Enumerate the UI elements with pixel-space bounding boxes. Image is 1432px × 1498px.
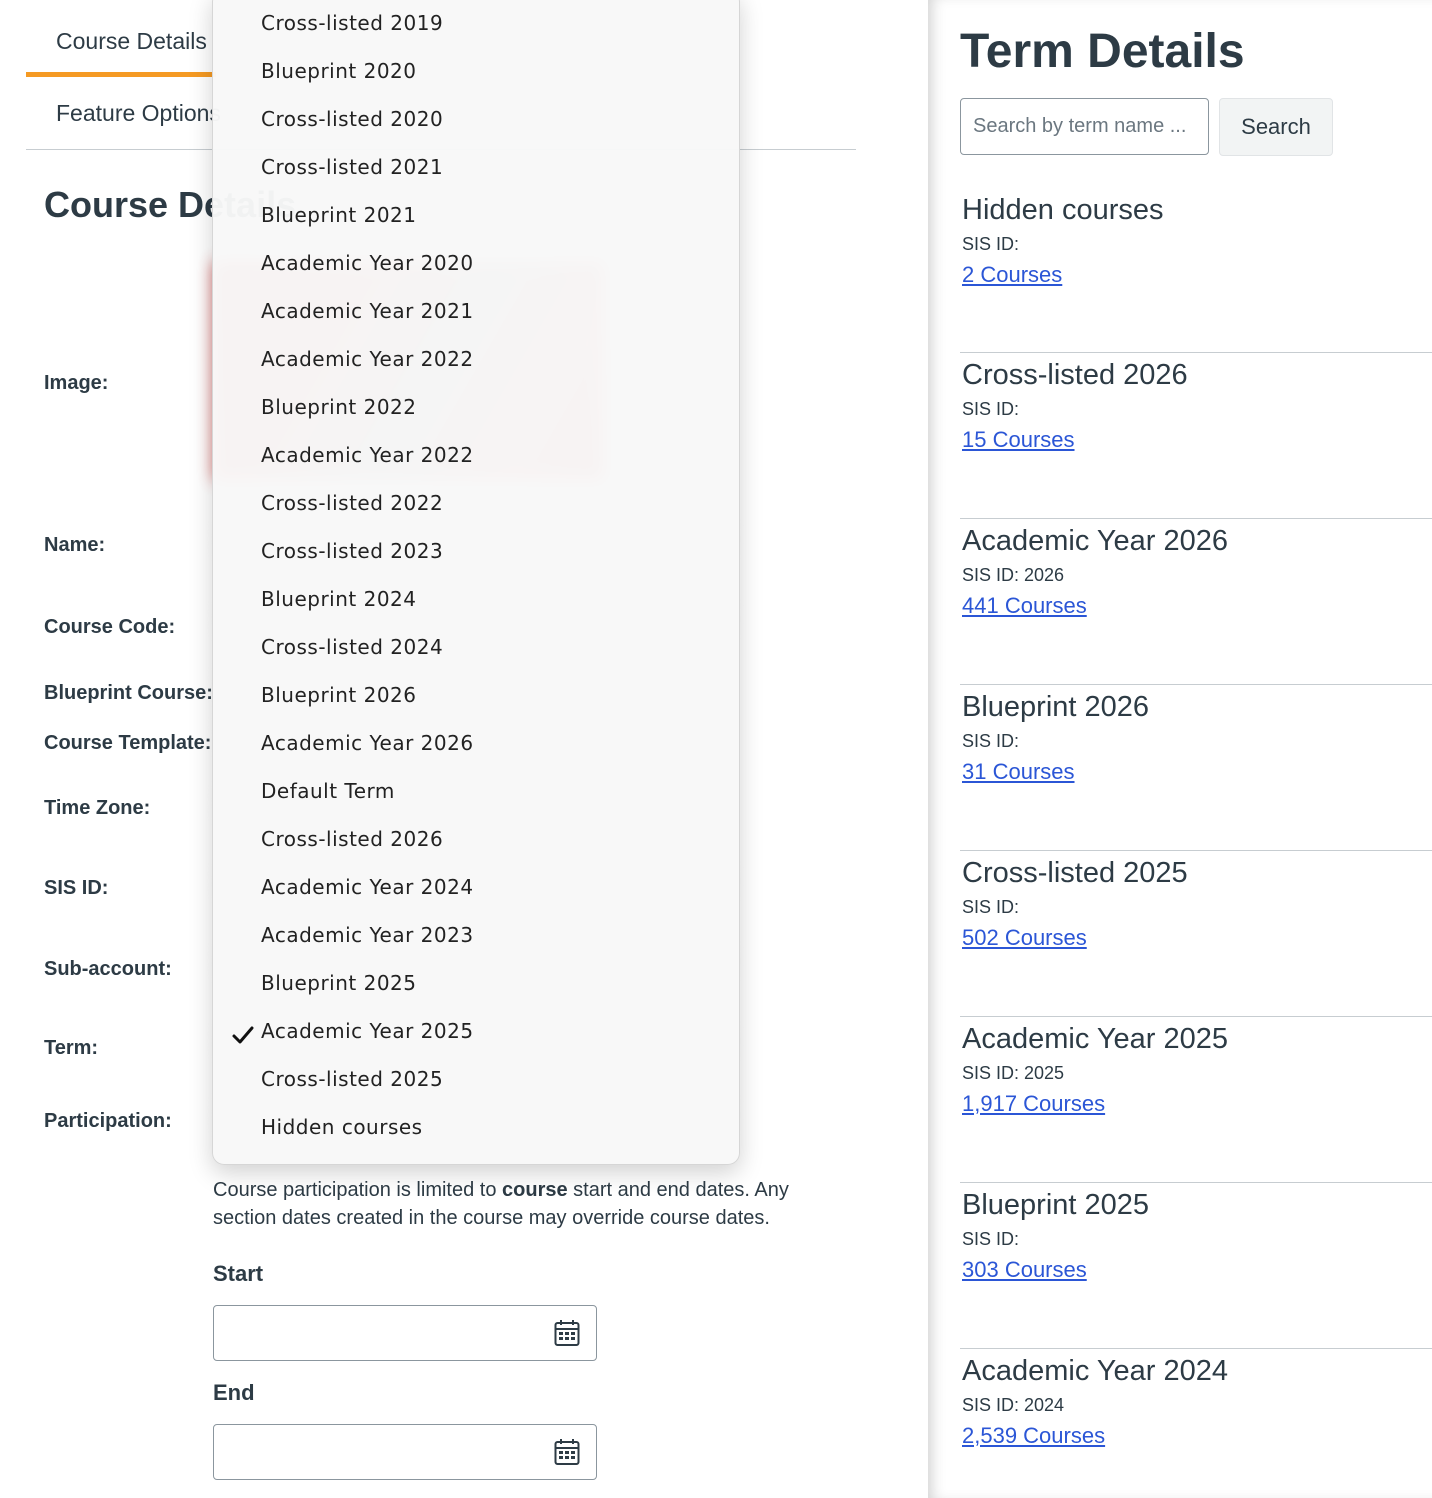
- term-option[interactable]: Academic Year 2020: [261, 251, 474, 275]
- course-template-label: Course Template:: [44, 732, 212, 754]
- term-name: Hidden courses: [962, 194, 1164, 226]
- term-option-selected[interactable]: Academic Year 2025: [261, 1019, 474, 1043]
- term-name: Cross-listed 2025: [962, 857, 1188, 889]
- term-option[interactable]: Cross-listed 2026: [261, 827, 443, 851]
- term-divider: [960, 518, 1432, 519]
- term-divider: [960, 352, 1432, 353]
- term-sis-id: SIS ID: 2024: [962, 1395, 1065, 1415]
- term-option[interactable]: Default Term: [261, 779, 395, 803]
- term-option[interactable]: Cross-listed 2020: [261, 107, 443, 131]
- term-courses-link[interactable]: 2 Courses: [962, 262, 1062, 288]
- tab-feature-options[interactable]: Feature Options: [56, 100, 221, 127]
- term-option[interactable]: Blueprint 2024: [261, 587, 417, 611]
- term-option[interactable]: Blueprint 2025: [261, 971, 417, 995]
- term-sis-id: SIS ID:: [962, 1229, 1020, 1249]
- checkmark-icon: [232, 1026, 254, 1044]
- participation-help-text: Course participation is limited to cours…: [213, 1179, 789, 1229]
- time-zone-label: Time Zone:: [44, 797, 151, 819]
- term-item: Cross-listed 2025 SIS ID: 502 Courses: [962, 855, 1432, 951]
- start-date-label: Start: [213, 1261, 264, 1286]
- term-divider: [960, 1348, 1432, 1349]
- term-option[interactable]: Cross-listed 2019: [261, 11, 443, 35]
- term-option[interactable]: Cross-listed 2022: [261, 491, 443, 515]
- term-name: Blueprint 2025: [962, 1189, 1150, 1221]
- tab-active-indicator: [26, 72, 216, 77]
- term-item: Academic Year 2024 SIS ID: 2024 2,539 Co…: [962, 1353, 1432, 1449]
- term-divider: [960, 684, 1432, 685]
- term-courses-link[interactable]: 2,539 Courses: [962, 1423, 1105, 1449]
- term-dropdown-menu[interactable]: Cross-listed 2019 Blueprint 2020 Cross-l…: [212, 0, 740, 1165]
- search-button[interactable]: Search: [1219, 98, 1333, 156]
- term-option[interactable]: Cross-listed 2024: [261, 635, 443, 659]
- sub-account-label: Sub-account:: [44, 958, 172, 980]
- term-name: Cross-listed 2026: [962, 359, 1188, 391]
- term-option[interactable]: Cross-listed 2023: [261, 539, 443, 563]
- term-item: Blueprint 2025 SIS ID: 303 Courses: [962, 1187, 1432, 1283]
- term-sis-id: SIS ID: 2025: [962, 1063, 1065, 1083]
- term-name: Academic Year 2024: [962, 1355, 1229, 1387]
- term-option[interactable]: Academic Year 2022: [261, 443, 474, 467]
- participation-label: Participation:: [44, 1110, 172, 1132]
- start-date-input[interactable]: [213, 1305, 597, 1361]
- term-option[interactable]: Blueprint 2021: [261, 203, 417, 227]
- term-item: Academic Year 2026 SIS ID: 2026 441 Cour…: [962, 523, 1432, 619]
- calendar-icon[interactable]: [554, 1319, 580, 1347]
- term-option[interactable]: Academic Year 2022: [261, 347, 474, 371]
- image-label: Image:: [44, 372, 109, 394]
- term-option[interactable]: Cross-listed 2021: [261, 155, 443, 179]
- term-option[interactable]: Academic Year 2023: [261, 923, 474, 947]
- blueprint-course-label: Blueprint Course:: [44, 682, 213, 704]
- term-divider: [960, 850, 1432, 851]
- sis-id-label: SIS ID:: [44, 877, 109, 899]
- term-courses-link[interactable]: 15 Courses: [962, 427, 1075, 453]
- term-sis-id: SIS ID:: [962, 897, 1020, 917]
- term-option[interactable]: Academic Year 2024: [261, 875, 474, 899]
- end-date-label: End: [213, 1380, 255, 1405]
- term-name: Academic Year 2026: [962, 525, 1229, 557]
- term-item: Academic Year 2025 SIS ID: 2025 1,917 Co…: [962, 1021, 1432, 1117]
- term-courses-link[interactable]: 303 Courses: [962, 1257, 1087, 1283]
- term-courses-link[interactable]: 1,917 Courses: [962, 1091, 1105, 1117]
- tab-course-details[interactable]: Course Details: [56, 28, 207, 55]
- term-option[interactable]: Blueprint 2026: [261, 683, 417, 707]
- term-details-title: Term Details: [960, 25, 1245, 78]
- term-item: Hidden courses SIS ID: 2 Courses: [962, 192, 1432, 288]
- term-option[interactable]: Academic Year 2021: [261, 299, 474, 323]
- term-divider: [960, 1182, 1432, 1183]
- term-search-input[interactable]: [960, 98, 1209, 155]
- end-date-input[interactable]: [213, 1424, 597, 1480]
- term-courses-link[interactable]: 31 Courses: [962, 759, 1075, 785]
- term-item: Cross-listed 2026 SIS ID: 15 Courses: [962, 357, 1432, 453]
- term-sis-id: SIS ID:: [962, 234, 1020, 254]
- term-option[interactable]: Academic Year 2026: [261, 731, 474, 755]
- term-option[interactable]: Cross-listed 2025: [261, 1067, 443, 1091]
- term-name: Academic Year 2025: [962, 1023, 1229, 1055]
- course-code-label: Course Code:: [44, 616, 176, 638]
- term-option[interactable]: Blueprint 2022: [261, 395, 417, 419]
- term-option[interactable]: Hidden courses: [261, 1115, 423, 1139]
- calendar-icon[interactable]: [554, 1438, 580, 1466]
- name-label: Name:: [44, 534, 106, 556]
- term-label: Term:: [44, 1037, 99, 1059]
- term-courses-link[interactable]: 502 Courses: [962, 925, 1087, 951]
- course-settings-panel: Course Details Feature Options Course De…: [0, 0, 928, 1498]
- term-item: Blueprint 2026 SIS ID: 31 Courses: [962, 689, 1432, 785]
- term-sis-id: SIS ID:: [962, 399, 1020, 419]
- term-sis-id: SIS ID:: [962, 731, 1020, 751]
- term-courses-link[interactable]: 441 Courses: [962, 593, 1087, 619]
- term-name: Blueprint 2026: [962, 691, 1150, 723]
- term-divider: [960, 1016, 1432, 1017]
- term-sis-id: SIS ID: 2026: [962, 565, 1065, 585]
- term-details-panel: Term Details Search Hidden courses SIS I…: [928, 0, 1432, 1498]
- term-option[interactable]: Blueprint 2020: [261, 59, 417, 83]
